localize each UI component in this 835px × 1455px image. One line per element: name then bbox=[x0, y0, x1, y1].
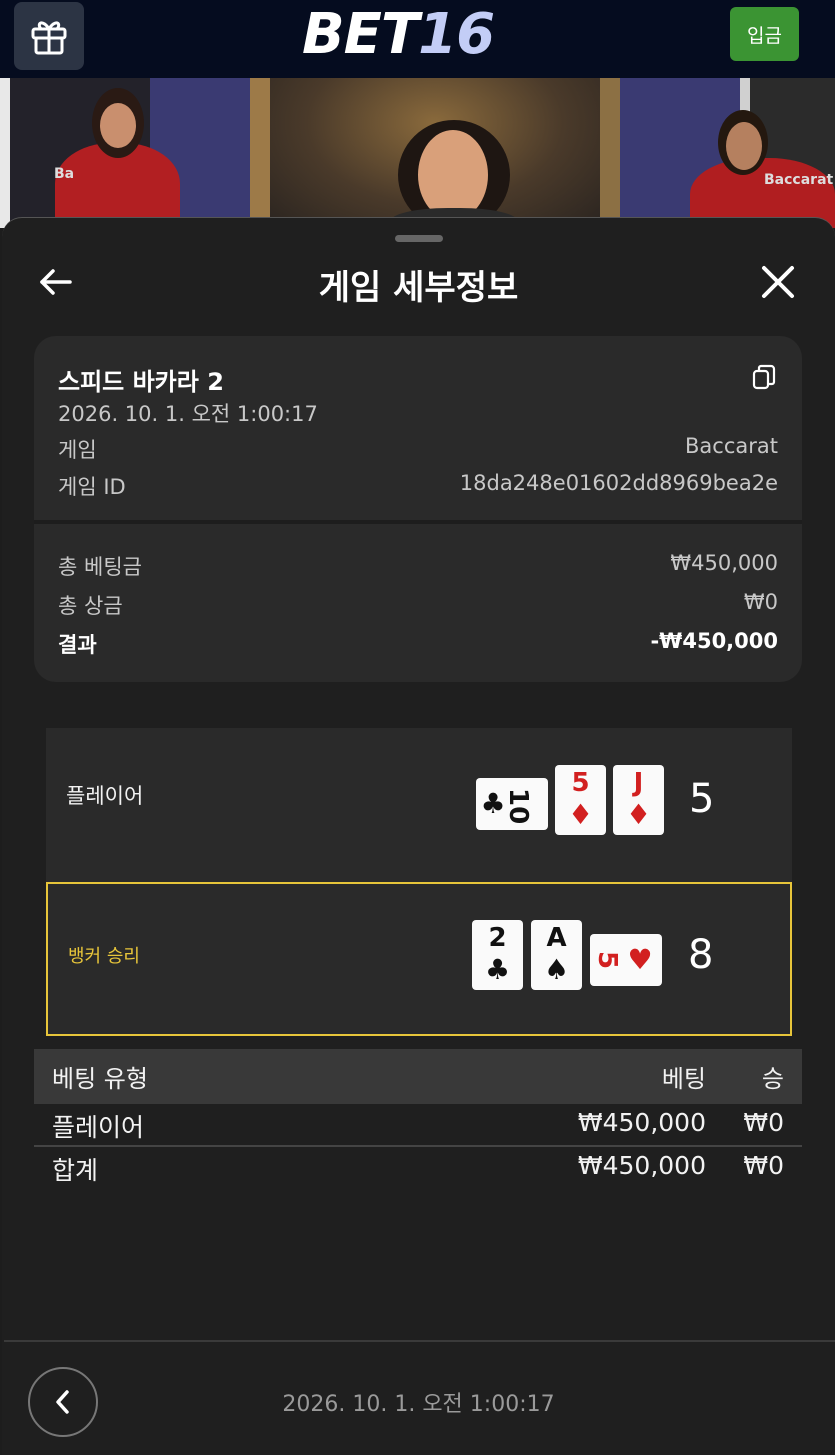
sheet-header: 게임 세부정보 bbox=[2, 248, 835, 314]
card-rank: J bbox=[633, 768, 644, 798]
game-type-label: 게임 bbox=[58, 438, 97, 462]
dealer-right-face bbox=[726, 122, 762, 170]
sheet-title: 게임 세부정보 bbox=[318, 268, 519, 308]
game-details-sheet: 게임 세부정보 스피드 바카라 2 2026. 10. 1. 오전 1:00:1… bbox=[2, 217, 835, 1455]
player-card-3: J ♦ bbox=[613, 765, 664, 835]
banker-card-3: 5 ♥ bbox=[590, 934, 662, 986]
brand-logo[interactable]: BET16 bbox=[302, 4, 514, 66]
banker-hand-label: 뱅커 승리 bbox=[68, 946, 140, 967]
footer-divider bbox=[4, 1340, 835, 1342]
player-card-2: 5 ♦ bbox=[555, 765, 606, 835]
card-rank: 5 bbox=[571, 768, 590, 798]
total-bet-type: 합계 bbox=[52, 1156, 99, 1185]
player-hand: 플레이어 ♣ 10 5 ♦ J ♦ 5 bbox=[46, 728, 792, 882]
bets-table: 베팅 유형 베팅 승 플레이어 ₩450,000 ₩0 합계 ₩450,000 … bbox=[34, 1049, 802, 1190]
close-button[interactable] bbox=[758, 262, 798, 302]
card-suit: ♥ bbox=[627, 943, 653, 976]
copy-icon[interactable] bbox=[752, 364, 776, 390]
total-bet-label: 총 베팅금 bbox=[58, 555, 142, 579]
card-suit: ♠ bbox=[543, 953, 570, 986]
table-badge-right: Baccarat bbox=[764, 172, 834, 188]
total-win-label: 총 상금 bbox=[58, 594, 123, 618]
game-id-value[interactable]: 18da248e01602dd8969bea2e bbox=[460, 471, 778, 495]
live-video-feed: Ba Baccarat bbox=[0, 78, 835, 228]
total-win-value: ₩0 bbox=[743, 590, 778, 614]
bets-table-header: 베팅 유형 베팅 승 bbox=[34, 1049, 802, 1104]
total-win-amount: ₩0 bbox=[743, 1151, 784, 1180]
logo-text: BET bbox=[302, 2, 419, 67]
card-suit: ♦ bbox=[567, 798, 594, 831]
game-name: 스피드 바카라 2 bbox=[58, 368, 224, 396]
sheet-grabber[interactable] bbox=[395, 235, 443, 242]
card-divider bbox=[34, 520, 802, 524]
card-rank: 10 bbox=[503, 788, 533, 825]
card-suit: ♣ bbox=[484, 953, 511, 986]
table-badge-left: Ba bbox=[54, 166, 75, 182]
close-icon bbox=[762, 266, 794, 298]
header-bet: 베팅 bbox=[661, 1065, 706, 1093]
header-bet-type: 베팅 유형 bbox=[52, 1065, 148, 1093]
card-suit: ♦ bbox=[625, 798, 652, 831]
gift-icon bbox=[31, 21, 67, 55]
player-hand-label: 플레이어 bbox=[66, 784, 144, 808]
banker-hand: 뱅커 승리 2 ♣ A ♠ 5 ♥ 8 bbox=[46, 882, 792, 1036]
deposit-button[interactable]: 입금 bbox=[730, 7, 799, 61]
dealer-center-face bbox=[418, 130, 488, 220]
player-card-1: ♣ 10 bbox=[476, 778, 548, 830]
card-rank: 5 bbox=[592, 950, 622, 970]
player-score: 5 bbox=[689, 776, 715, 822]
game-id-label: 게임 ID bbox=[58, 475, 126, 499]
row-bet-type: 플레이어 bbox=[52, 1113, 145, 1142]
table-row: 플레이어 ₩450,000 ₩0 bbox=[34, 1104, 802, 1147]
banker-score: 8 bbox=[688, 932, 714, 978]
result-label: 결과 bbox=[58, 633, 97, 657]
table-total-row: 합계 ₩450,000 ₩0 bbox=[34, 1147, 802, 1190]
banker-card-2: A ♠ bbox=[531, 920, 582, 990]
total-bet-value: ₩450,000 bbox=[670, 551, 778, 575]
row-win-amount: ₩0 bbox=[743, 1108, 784, 1137]
game-date: 2026. 10. 1. 오전 1:00:17 bbox=[58, 402, 318, 426]
card-rank: 2 bbox=[488, 923, 507, 953]
footer-date: 2026. 10. 1. 오전 1:00:17 bbox=[282, 1392, 555, 1417]
game-info-card: 스피드 바카라 2 2026. 10. 1. 오전 1:00:17 게임 Bac… bbox=[34, 336, 802, 682]
game-type-value: Baccarat bbox=[685, 434, 778, 458]
banker-card-1: 2 ♣ bbox=[472, 920, 523, 990]
row-bet-amount: ₩450,000 bbox=[577, 1108, 706, 1137]
logo-number: 16 bbox=[418, 2, 495, 67]
dealer-left-face bbox=[100, 103, 136, 148]
card-rank: A bbox=[546, 923, 567, 953]
top-bar: BET16 입금 bbox=[0, 0, 835, 78]
header-win: 승 bbox=[761, 1065, 784, 1093]
total-bet-amount: ₩450,000 bbox=[577, 1151, 706, 1180]
result-value: -₩450,000 bbox=[650, 629, 778, 653]
gift-button[interactable] bbox=[14, 2, 84, 70]
